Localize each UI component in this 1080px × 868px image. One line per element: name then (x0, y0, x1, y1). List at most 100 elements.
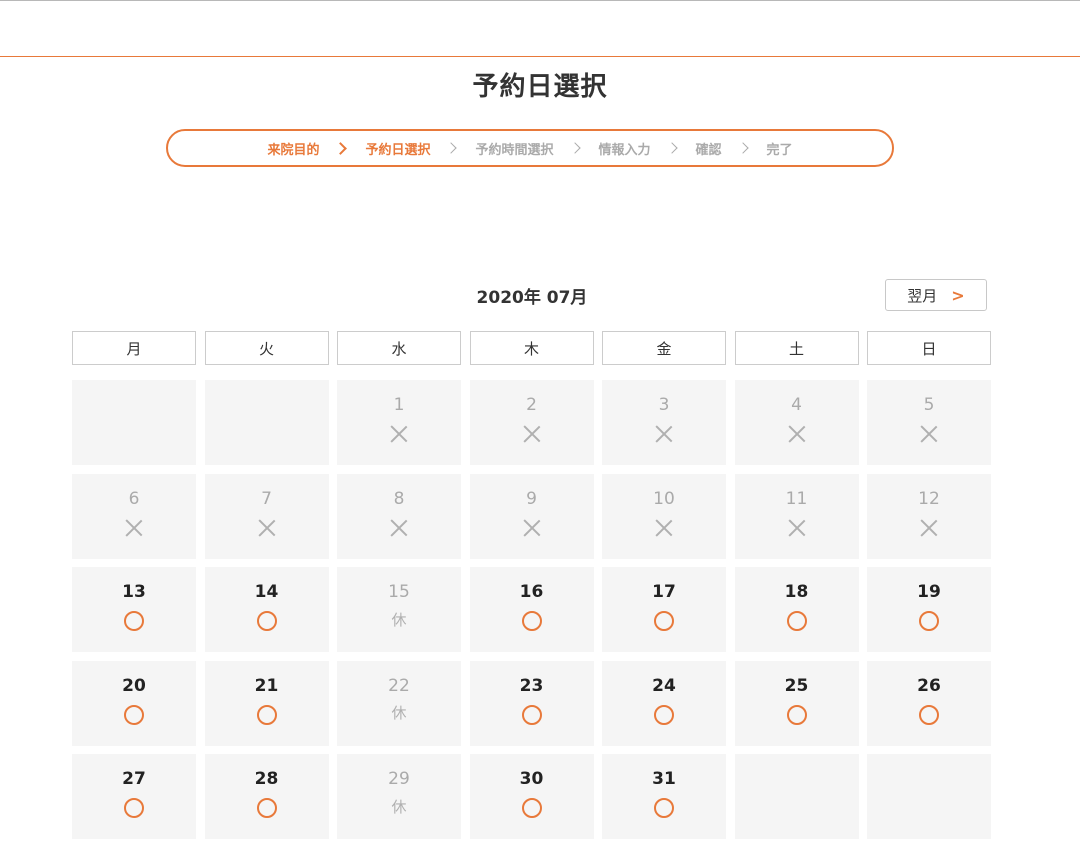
step-item: 確認 (695, 142, 722, 158)
circle-icon (256, 798, 277, 818)
day-cell[interactable]: 24 (602, 660, 726, 746)
day-cell: 5 (867, 380, 991, 465)
circle-icon (124, 704, 144, 725)
day-cell: 15 休 (337, 567, 461, 652)
day-number: 4 (791, 395, 802, 415)
day-cell[interactable]: 20 (72, 660, 196, 746)
day-number: 31 (652, 769, 676, 789)
day-cell[interactable]: 18 (734, 567, 859, 652)
availability-mark (256, 797, 277, 819)
day-number: 1 (393, 395, 405, 415)
day-cell: 12 (867, 473, 991, 559)
header-divider (0, 56, 1080, 57)
empty-day-cell (204, 380, 329, 465)
day-cell: 9 (469, 473, 594, 559)
step-item: 予約日選択 (365, 142, 431, 158)
chevron-right-icon (445, 142, 458, 154)
circle-icon (654, 798, 674, 818)
step-item: 予約時間選択 (475, 142, 554, 158)
day-number: 3 (658, 395, 670, 415)
availability-mark (124, 704, 144, 726)
weekday-label: 日 (867, 331, 991, 365)
day-cell[interactable]: 27 (72, 754, 196, 839)
availability-mark (786, 704, 807, 726)
day-number: 23 (519, 675, 544, 696)
availability-mark (523, 517, 541, 539)
availability-mark (655, 517, 673, 539)
day-number: 29 (388, 769, 410, 789)
day-number: 27 (122, 769, 146, 789)
day-cell: 6 (72, 473, 196, 559)
day-number: 19 (917, 582, 941, 602)
day-cell: 11 (734, 473, 859, 559)
day-number: 10 (653, 488, 675, 509)
availability-mark (521, 704, 542, 726)
next-month-button[interactable]: 翌月 > (885, 279, 987, 311)
availability-mark (523, 423, 541, 445)
day-cell: 2 (469, 380, 594, 465)
weekday-label: 木 (469, 331, 594, 365)
holiday-mark: 休 (391, 704, 406, 726)
circle-icon (919, 611, 939, 631)
day-cell[interactable]: 30 (469, 754, 594, 839)
day-cell: 10 (602, 473, 726, 559)
cross-icon (390, 519, 408, 537)
circle-icon (124, 611, 144, 631)
cross-icon (523, 519, 541, 537)
circle-icon (124, 798, 144, 818)
availability-mark (920, 423, 938, 445)
holiday-mark: 休 (391, 797, 406, 819)
step-item: 完了 (766, 142, 793, 158)
day-cell[interactable]: 25 (734, 660, 859, 746)
day-cell: 1 (337, 380, 461, 465)
cross-icon (125, 519, 143, 537)
day-cell[interactable]: 26 (867, 660, 991, 746)
day-number: 17 (652, 582, 676, 602)
day-cell[interactable]: 13 (72, 567, 196, 652)
day-cell: 4 (734, 380, 859, 465)
circle-icon (654, 611, 674, 631)
top-border (0, 0, 1080, 1)
step-item: 来院目的 (267, 142, 320, 158)
day-cell[interactable]: 19 (867, 567, 991, 652)
weekday-label: 土 (734, 331, 859, 365)
circle-icon (786, 704, 807, 725)
availability-mark (920, 517, 938, 539)
next-month-label: 翌月 (907, 286, 938, 305)
day-cell[interactable]: 17 (602, 567, 726, 652)
holiday-mark: 休 (391, 610, 406, 632)
day-number: 15 (388, 582, 410, 602)
availability-mark (256, 610, 277, 632)
circle-icon (786, 611, 807, 631)
day-cell[interactable]: 14 (204, 567, 329, 652)
day-cell[interactable]: 31 (602, 754, 726, 839)
availability-mark (786, 610, 807, 632)
day-cell[interactable]: 23 (469, 660, 594, 746)
weekday-label: 月 (72, 331, 196, 365)
day-number: 11 (785, 488, 808, 509)
availability-mark (654, 797, 674, 819)
day-number: 21 (254, 675, 279, 696)
holiday-label: 休 (391, 610, 407, 629)
circle-icon (654, 704, 674, 725)
cross-icon (920, 519, 938, 537)
availability-mark (788, 517, 806, 539)
day-cell[interactable]: 16 (469, 567, 594, 652)
day-cell: 8 (337, 473, 461, 559)
holiday-label: 休 (391, 704, 407, 722)
day-cell[interactable]: 28 (204, 754, 329, 839)
step-progress-bar: 来院目的 予約日選択 予約時間選択 情報入力 確認 完了 (166, 129, 894, 167)
day-number: 12 (918, 488, 940, 509)
cross-icon (788, 425, 806, 443)
day-number: 20 (122, 675, 146, 696)
availability-mark (788, 423, 806, 445)
circle-icon (919, 704, 939, 725)
day-number: 28 (254, 769, 279, 789)
availability-mark (919, 610, 939, 632)
availability-mark (256, 704, 277, 726)
day-cell[interactable]: 21 (204, 660, 329, 746)
day-number: 22 (388, 675, 410, 696)
day-number: 25 (784, 675, 809, 696)
day-cell: 3 (602, 380, 726, 465)
circle-icon (521, 798, 542, 818)
